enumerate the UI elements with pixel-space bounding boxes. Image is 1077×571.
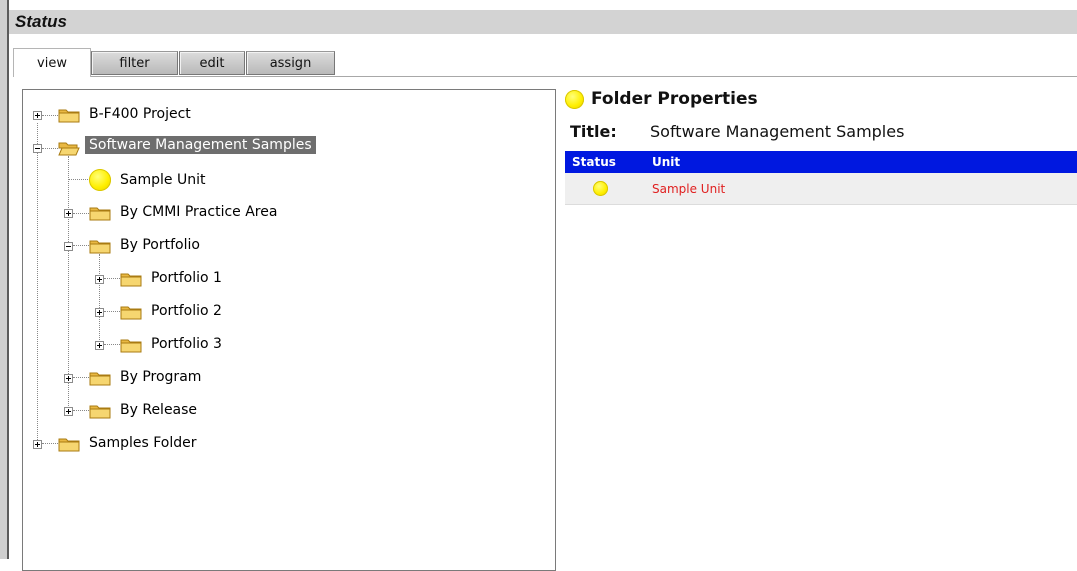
tree-item-label: Sample Unit — [120, 172, 206, 188]
folder-closed-icon — [89, 405, 111, 419]
folder-closed-icon — [120, 339, 142, 353]
folder-closed-icon — [58, 438, 80, 452]
expand-plus-icon[interactable] — [95, 275, 104, 284]
title-row: Title: Software Management Samples — [570, 122, 904, 141]
collapse-minus-icon[interactable] — [33, 144, 42, 153]
tree-item-label: Software Management Samples — [85, 136, 316, 154]
tree-item-label: Portfolio 3 — [151, 336, 222, 352]
window-left-border — [0, 0, 9, 559]
unit-link[interactable]: Sample Unit — [645, 173, 1077, 205]
title-label: Title: — [570, 122, 617, 141]
tree-item-label: Samples Folder — [89, 435, 197, 451]
folder-closed-icon — [58, 109, 80, 123]
folder-closed-icon — [89, 240, 111, 254]
expand-plus-icon[interactable] — [33, 111, 42, 120]
yellow-status-icon — [89, 169, 111, 191]
tree-item-label: B-F400 Project — [89, 106, 191, 122]
expand-plus-icon[interactable] — [64, 374, 73, 383]
column-header-unit: Unit — [645, 151, 1077, 173]
folder-closed-icon — [89, 372, 111, 386]
expand-plus-icon[interactable] — [64, 407, 73, 416]
table-header-row: Status Unit — [565, 151, 1077, 173]
units-table: Status Unit Sample Unit — [565, 151, 1077, 205]
expand-plus-icon[interactable] — [33, 440, 42, 449]
folder-open-icon — [58, 142, 80, 156]
tree-item-label: By CMMI Practice Area — [120, 204, 278, 220]
tree-item-label: Portfolio 1 — [151, 270, 222, 286]
table-row[interactable]: Sample Unit — [565, 173, 1077, 205]
collapse-minus-icon[interactable] — [64, 242, 73, 251]
yellow-status-icon — [565, 89, 584, 109]
tab-filter[interactable]: filter — [91, 51, 178, 75]
folder-closed-icon — [89, 207, 111, 221]
tree-item-label: Portfolio 2 — [151, 303, 222, 319]
folder-properties-heading: Folder Properties — [565, 89, 758, 109]
folder-tree: B-F400 Project Software Management Sampl… — [22, 89, 556, 571]
tree-item-label: By Portfolio — [120, 237, 200, 253]
tab-bar: view filter edit assign — [13, 48, 1077, 77]
folder-closed-icon — [120, 273, 142, 287]
header-title: Status — [15, 12, 67, 31]
yellow-status-icon — [593, 181, 608, 196]
title-value: Software Management Samples — [650, 122, 905, 141]
status-cell — [565, 173, 645, 205]
folder-closed-icon — [120, 306, 142, 320]
tree-item-label: By Program — [120, 369, 202, 385]
expand-plus-icon[interactable] — [95, 308, 104, 317]
tab-view[interactable]: view — [13, 48, 91, 77]
column-header-status: Status — [565, 151, 645, 173]
tree-item-label: By Release — [120, 402, 198, 418]
tab-assign[interactable]: assign — [246, 51, 335, 75]
tab-edit[interactable]: edit — [179, 51, 245, 75]
status-header: Status — [9, 10, 1077, 34]
folder-properties-title: Folder Properties — [591, 89, 758, 109]
expand-plus-icon[interactable] — [95, 341, 104, 350]
expand-plus-icon[interactable] — [64, 209, 73, 218]
